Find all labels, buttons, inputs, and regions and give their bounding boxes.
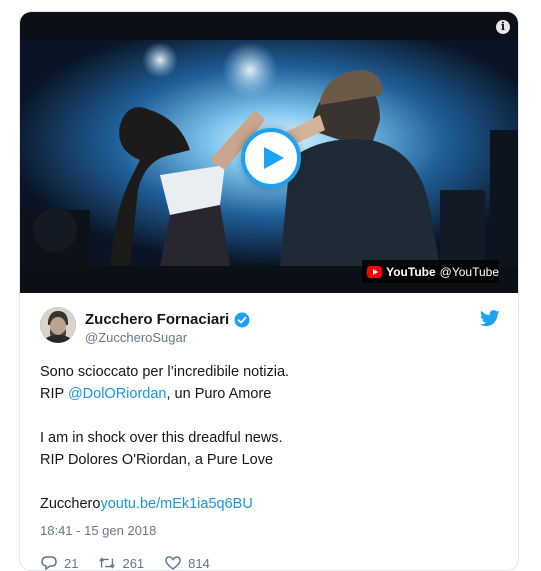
like-count: 814 (188, 555, 210, 571)
tweet-actions: 21 261 814 (40, 555, 210, 571)
tweet-line-2-prefix: RIP (40, 386, 68, 402)
tweet-line-spacer (40, 405, 500, 427)
reply-icon (41, 556, 57, 570)
tweet-text: Sono scioccato per l’incredibile notizia… (40, 361, 500, 515)
tweet-line-4: RIP Dolores O'Riordan, a Pure Love (40, 452, 274, 468)
author-row[interactable]: Zucchero Fornaciari (85, 311, 250, 328)
youtube-badge-handle: @YouTube (439, 264, 499, 279)
video-player[interactable]: i YouTube @YouTube (20, 12, 518, 293)
reply-button[interactable]: 21 (40, 555, 79, 571)
info-icon[interactable]: i (496, 20, 510, 34)
verified-badge-icon (234, 312, 250, 327)
avatar-portrait-icon (40, 307, 76, 343)
tweet-line-5-prefix: Zucchero (40, 496, 101, 512)
mention-link[interactable]: @DolORiordan (68, 386, 167, 402)
tweet-card[interactable]: i YouTube @YouTube Zucchero Fornaciari @… (19, 11, 519, 571)
tweet-line-3: I am in shock over this dreadful news. (40, 430, 283, 446)
retweet-icon (99, 557, 116, 569)
tweet-timestamp[interactable]: 18:41 - 15 gen 2018 (40, 523, 156, 538)
tweet-line-5: Zuccheroyoutu.be/mEk1ia5q6BU (40, 493, 500, 515)
author-handle[interactable]: @ZuccheroSugar (85, 330, 187, 345)
tweet-line-2: RIP @DolORiordan, un Puro Amore (40, 383, 500, 405)
reply-count: 21 (64, 555, 79, 571)
twitter-bird-icon[interactable] (480, 310, 500, 327)
youtube-logo-icon (367, 265, 383, 278)
heart-icon (165, 556, 181, 570)
tweet-line-spacer (40, 471, 500, 493)
youtube-badge[interactable]: YouTube @YouTube (362, 260, 499, 283)
tweet-line-1: Sono scioccato per l’incredibile notizia… (40, 364, 290, 380)
youtube-link[interactable]: youtu.be/mEk1ia5q6BU (100, 496, 252, 512)
retweet-count: 261 (122, 555, 145, 571)
author-display-name[interactable]: Zucchero Fornaciari (85, 311, 229, 328)
play-icon (264, 147, 284, 169)
retweet-button[interactable]: 261 (98, 555, 145, 571)
avatar[interactable] (40, 307, 76, 343)
play-button[interactable] (241, 128, 301, 188)
like-button[interactable]: 814 (164, 555, 210, 571)
youtube-badge-brand: YouTube (386, 264, 436, 279)
tweet-line-2-suffix: , un Puro Amore (166, 386, 272, 402)
